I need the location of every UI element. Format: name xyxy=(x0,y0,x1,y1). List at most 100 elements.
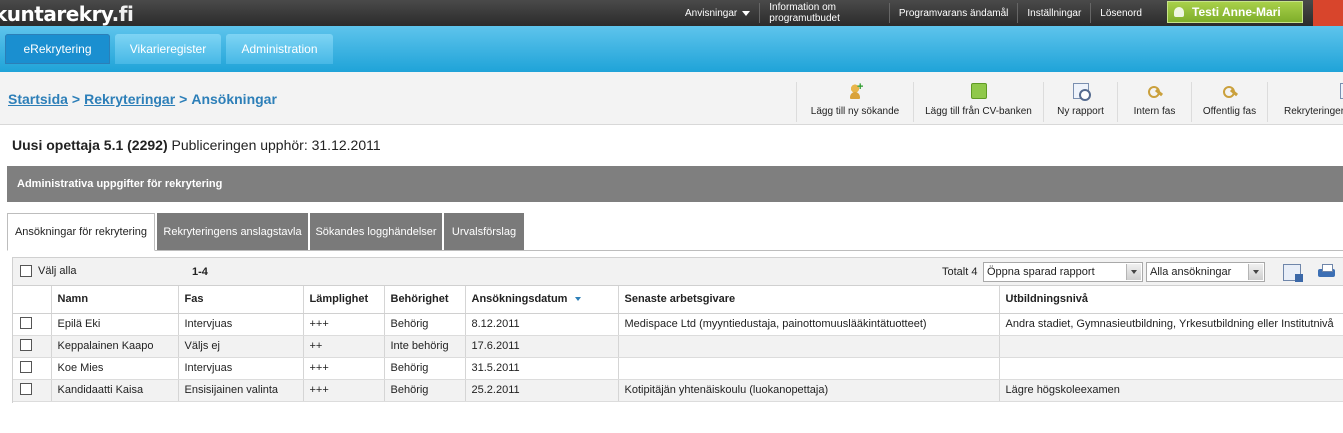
cell-name[interactable]: Keppalainen Kaapo xyxy=(51,335,179,358)
row-checkbox[interactable] xyxy=(20,382,32,395)
col-application-date-label: Ansökningsdatum xyxy=(471,293,568,306)
internal-phase-button[interactable]: Intern fas xyxy=(1117,82,1191,122)
tab-bulletin-board[interactable]: Rekryteringens anslagstavla xyxy=(157,213,308,250)
posting-header: Uusi opettaja 5.1 (2292) Publiceringen u… xyxy=(12,137,381,153)
tab-vikarieregister[interactable]: Vikarieregister xyxy=(115,34,221,64)
chevron-down-icon xyxy=(1248,264,1263,280)
topnav-losenord-label: Lösenord xyxy=(1100,7,1142,19)
topnav-information-line1: Information om xyxy=(769,2,836,13)
cell-phase: Intervjuas xyxy=(178,313,304,336)
publication-end: Publiceringen upphör: 31.12.2011 xyxy=(171,137,381,153)
applications-panel: Välj alla 1-4 Totalt 4 Öppna sparad rapp… xyxy=(12,257,1343,403)
add-applicant-label: Lägg till ny sökande xyxy=(810,106,900,117)
breadcrumb-separator: > xyxy=(71,91,81,107)
saved-report-select[interactable]: Öppna sparad rapport xyxy=(983,262,1143,282)
table-header-row: Namn Fas Lämplighet Behörighet Ansökning… xyxy=(13,286,1343,314)
kuntarekry-logo[interactable]: kuntarekry.fi xyxy=(0,2,134,26)
col-suitability[interactable]: Lämplighet xyxy=(303,286,385,314)
topnav-information[interactable]: Information om programutbudet xyxy=(759,2,849,24)
col-phase[interactable]: Fas xyxy=(178,286,304,314)
export-icon[interactable] xyxy=(1283,264,1303,282)
user-name: Testi Anne-Mari xyxy=(1192,5,1281,19)
col-application-date[interactable]: Ansökningsdatum xyxy=(465,286,619,314)
add-from-cv-bank-label: Lägg till från CV-banken xyxy=(925,106,1032,117)
section-title: Administrativa uppgifter för rekrytering xyxy=(17,178,223,190)
result-range: 1-4 xyxy=(192,266,208,278)
tab-applications[interactable]: Ansökningar för rekrytering xyxy=(7,213,155,251)
result-total: Totalt 4 xyxy=(942,266,978,278)
tab-bulletin-board-label: Rekryteringens anslagstavla xyxy=(163,225,302,238)
row-checkbox-cell xyxy=(13,313,52,336)
row-checkbox-cell xyxy=(13,357,52,380)
row-checkbox-cell xyxy=(13,335,52,358)
cell-education: Andra stadiet, Gymnasieutbildning, Yrkes… xyxy=(999,313,1343,336)
topnav-programvarans-andamal[interactable]: Programvarans ändamål xyxy=(888,3,1018,23)
cell-name[interactable]: Kandidaatti Kaisa xyxy=(51,379,179,402)
header-checkbox-col xyxy=(13,286,52,314)
tab-erekrytering-label: eRekrytering xyxy=(23,42,92,56)
key-icon xyxy=(1147,83,1163,99)
topnav-programvarans-label: Programvarans ändamål xyxy=(898,7,1009,19)
cell-education xyxy=(999,357,1343,380)
public-phase-button[interactable]: Offentlig fas xyxy=(1191,82,1267,122)
topnav-installningar-label: Inställningar xyxy=(1027,7,1082,19)
add-applicant-button[interactable]: + Lägg till ny sökande xyxy=(796,82,913,122)
topnav-losenord[interactable]: Lösenord xyxy=(1090,3,1151,23)
breadcrumb-bar: Startsida > Rekryteringar > Ansökningar + Lä… xyxy=(0,72,1343,125)
cell-phase: Ensisijainen valinta xyxy=(178,379,304,402)
tab-erekrytering[interactable]: eRekrytering xyxy=(5,34,110,64)
row-checkbox[interactable] xyxy=(20,338,32,351)
add-from-cv-bank-button[interactable]: Lägg till från CV-banken xyxy=(913,82,1043,122)
breadcrumb: Startsida > Rekryteringar > Ansökningar xyxy=(8,91,277,107)
topnav-anvisningar[interactable]: Anvisningar xyxy=(676,3,759,23)
logout-button[interactable] xyxy=(1313,0,1343,26)
public-phase-label: Offentlig fas xyxy=(1202,106,1257,117)
breadcrumb-rekryteringar[interactable]: Rekryteringar xyxy=(84,91,175,107)
report-icon xyxy=(1072,83,1091,101)
section-header: Administrativa uppgifter för rekrytering xyxy=(7,166,1343,202)
logo-suffix: .fi xyxy=(111,2,134,26)
select-all-checkbox[interactable] xyxy=(20,265,32,277)
top-bar: kuntarekry.fi Anvisningar Information om… xyxy=(0,0,1343,26)
cell-suitability: +++ xyxy=(303,357,385,380)
cell-phase: Väljs ej xyxy=(178,335,304,358)
cell-name[interactable]: Koe Mies xyxy=(51,357,179,380)
tab-applicant-log-label: Sökandes logghändelser xyxy=(315,225,437,238)
table-row[interactable]: Epilä Eki Intervjuas +++ Behörig 8.12.20… xyxy=(13,313,1343,336)
cell-suitability: +++ xyxy=(303,379,385,402)
cell-education: Lägre högskoleexamen xyxy=(999,379,1343,402)
cell-suitability: +++ xyxy=(303,313,385,336)
select-all[interactable]: Välj alla xyxy=(20,265,77,277)
recruitment-button[interactable]: Rekryteringer xyxy=(1267,82,1343,122)
breadcrumb-startsida[interactable]: Startsida xyxy=(8,91,68,107)
table-row[interactable]: Koe Mies Intervjuas +++ Behörig 31.5.201… xyxy=(13,357,1343,380)
tab-applicant-log[interactable]: Sökandes logghändelser xyxy=(310,213,442,250)
tab-vikarieregister-label: Vikarieregister xyxy=(129,42,207,56)
applications-filter-select[interactable]: Alla ansökningar xyxy=(1146,262,1265,282)
topnav-installningar[interactable]: Inställningar xyxy=(1017,3,1090,23)
col-eligibility[interactable]: Behörighet xyxy=(384,286,466,314)
chevron-down-icon xyxy=(742,10,751,16)
cell-date: 25.2.2011 xyxy=(465,379,619,402)
cell-employer xyxy=(618,335,1000,358)
row-checkbox[interactable] xyxy=(20,316,32,329)
tab-administration-label: Administration xyxy=(241,42,318,56)
col-name[interactable]: Namn xyxy=(51,286,179,314)
table-row[interactable]: Keppalainen Kaapo Väljs ej ++ Inte behör… xyxy=(13,335,1343,358)
tab-administration[interactable]: Administration xyxy=(226,34,333,64)
user-menu[interactable]: Testi Anne-Mari xyxy=(1167,1,1303,23)
cell-eligibility: Inte behörig xyxy=(384,335,466,358)
recruitment-label: Rekryteringer xyxy=(1284,106,1343,117)
row-checkbox[interactable] xyxy=(20,360,32,373)
col-education-level[interactable]: Utbildningsnivå xyxy=(999,286,1343,314)
table-row[interactable]: Kandidaatti Kaisa Ensisijainen valinta +… xyxy=(13,379,1343,402)
print-icon[interactable] xyxy=(1317,264,1335,281)
saved-report-value: Öppna sparad rapport xyxy=(987,266,1095,278)
topnav-anvisningar-label: Anvisningar xyxy=(685,7,738,19)
cell-name[interactable]: Epilä Eki xyxy=(51,313,179,336)
cell-date: 8.12.2011 xyxy=(465,313,619,336)
col-latest-employer[interactable]: Senaste arbetsgivare xyxy=(618,286,1000,314)
new-report-button[interactable]: Ny rapport xyxy=(1043,82,1117,122)
posting-title: Uusi opettaja 5.1 (2292) xyxy=(12,137,168,153)
tab-selection-proposal[interactable]: Urvalsförslag xyxy=(444,213,524,250)
